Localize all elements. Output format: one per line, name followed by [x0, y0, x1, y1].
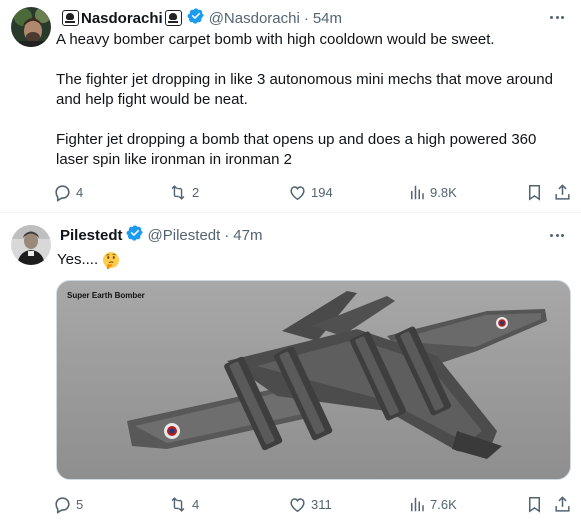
reply-count: 4	[76, 184, 84, 200]
tweet-paragraph: A heavy bomber carpet bomb with high coo…	[56, 31, 495, 48]
avatar[interactable]	[11, 7, 51, 47]
display-name[interactable]: Pilestedt	[60, 227, 123, 244]
avatar-image	[11, 225, 51, 265]
like-button[interactable]: 311	[288, 494, 332, 514]
bomber-image	[57, 281, 570, 479]
bookmark-icon	[528, 184, 541, 201]
reply-icon	[55, 496, 70, 514]
views-button[interactable]: 9.8K	[408, 182, 457, 202]
separator-dot: ·	[303, 9, 309, 27]
avatar-image	[11, 7, 51, 47]
handle[interactable]: @Nasdorachi	[209, 10, 300, 27]
bookmark-button[interactable]	[525, 494, 544, 514]
views-icon	[411, 185, 424, 199]
tweet-header: Pilestedt @Pilestedt · 47m	[60, 225, 262, 245]
timestamp[interactable]: 47m	[233, 227, 262, 244]
action-bar: 5 4 311 7.6K	[53, 494, 573, 514]
tweet-text: A heavy bomber carpet bomb with high coo…	[56, 30, 566, 170]
like-icon	[290, 497, 305, 512]
repost-button[interactable]: 4	[168, 494, 199, 514]
views-button[interactable]: 7.6K	[408, 494, 457, 514]
more-icon[interactable]	[547, 225, 567, 245]
reply-icon	[55, 184, 70, 202]
media-image[interactable]: Super Earth Bomber	[56, 280, 571, 480]
tweet-nasdorachi[interactable]: Nasdorachi @Nasdorachi · 54m A heavy bom…	[0, 0, 581, 213]
handle[interactable]: @Pilestedt	[148, 227, 221, 244]
repost-count: 2	[192, 184, 200, 200]
share-icon	[555, 183, 570, 200]
tweet-pilestedt[interactable]: Pilestedt @Pilestedt · 47m Yes.... Super…	[0, 213, 581, 523]
repost-icon	[171, 184, 185, 200]
tweet-text-content: Yes....	[57, 251, 99, 268]
share-button[interactable]	[553, 494, 572, 514]
repost-count: 4	[192, 496, 200, 512]
media-caption: Super Earth Bomber	[67, 291, 145, 300]
tweet-text: Yes....	[57, 250, 567, 270]
verified-badge-icon[interactable]	[126, 224, 144, 246]
avatar[interactable]	[11, 225, 51, 265]
like-icon	[290, 185, 305, 200]
timestamp[interactable]: 54m	[313, 10, 342, 27]
like-count: 311	[311, 496, 332, 512]
reply-count: 5	[76, 496, 84, 512]
tweet-paragraph: Fighter jet dropping a bomb that opens u…	[56, 131, 537, 168]
share-icon	[555, 495, 570, 512]
repost-icon	[171, 496, 185, 512]
share-button[interactable]	[553, 182, 572, 202]
reply-button[interactable]: 5	[53, 494, 83, 514]
more-icon[interactable]	[547, 7, 567, 27]
views-count: 7.6K	[430, 496, 457, 512]
tweet-paragraph: The fighter jet dropping in like 3 auton…	[56, 71, 553, 108]
display-name[interactable]: Nasdorachi	[60, 10, 184, 27]
tweet-header: Nasdorachi @Nasdorachi · 54m	[60, 8, 342, 28]
display-name-text[interactable]: Nasdorachi	[81, 10, 163, 27]
bookmark-button[interactable]	[525, 182, 544, 202]
like-count: 194	[311, 184, 333, 200]
skull-crossbones-icon	[62, 10, 79, 26]
bookmark-icon	[528, 496, 541, 513]
reply-button[interactable]: 4	[53, 182, 83, 202]
repost-button[interactable]: 2	[168, 182, 199, 202]
verified-badge-icon[interactable]	[187, 7, 205, 29]
separator-dot: ·	[224, 226, 230, 244]
action-bar: 4 2 194 9.8K	[53, 182, 573, 202]
thinking-face-emoji	[103, 252, 120, 269]
like-button[interactable]: 194	[288, 182, 333, 202]
views-count: 9.8K	[430, 184, 457, 200]
skull-crossbones-icon	[164, 10, 182, 26]
views-icon	[411, 497, 424, 511]
